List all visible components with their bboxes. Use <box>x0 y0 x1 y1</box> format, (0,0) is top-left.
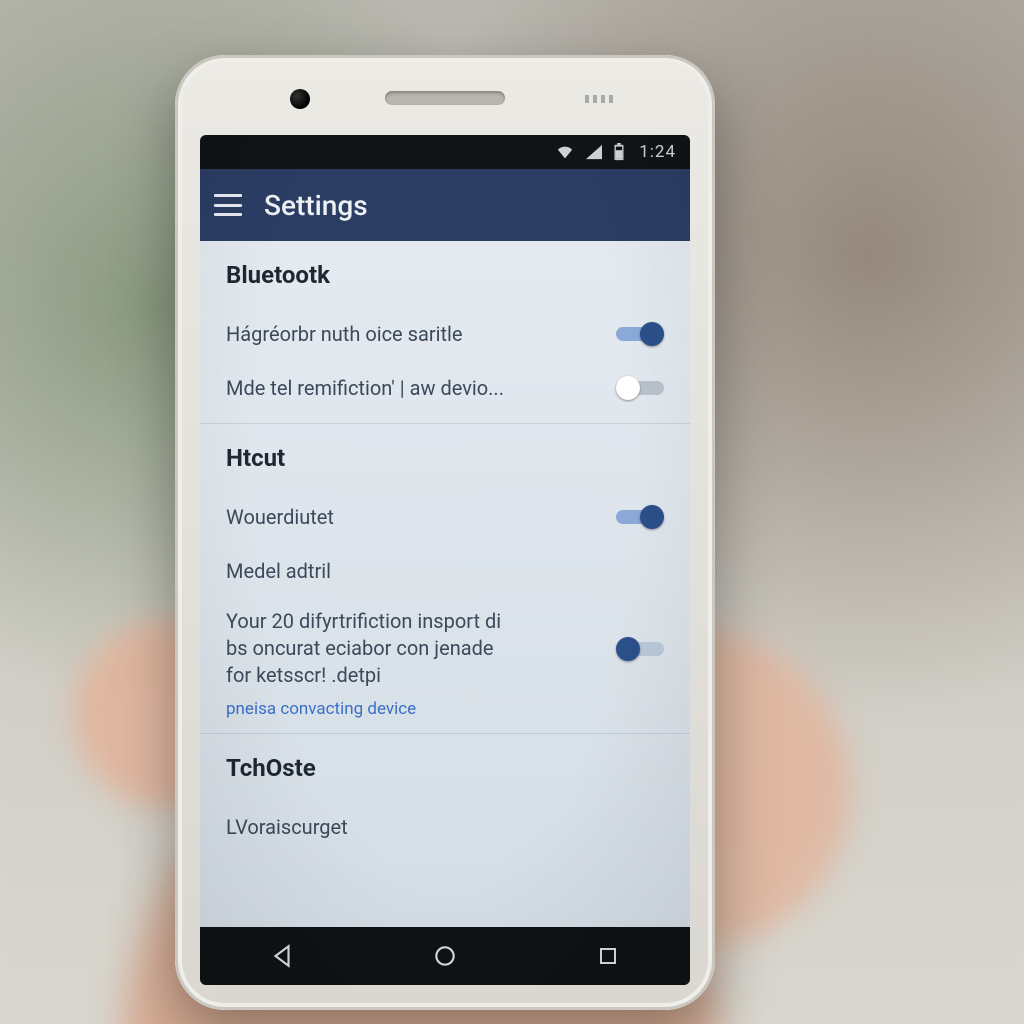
earpiece <box>385 91 505 105</box>
section-bluetooth: Bluetootk Hágréorbr nuth oice saritle Md… <box>200 241 690 424</box>
htcut-row-3[interactable]: Your 20 difyrtrifiction insport di bs on… <box>226 598 664 695</box>
phone-frame: 1:24 Settings Bluetootk Hágréorbr nuth o… <box>175 55 715 1010</box>
screen: 1:24 Settings Bluetootk Hágréorbr nuth o… <box>200 135 690 985</box>
cell-signal-icon <box>585 144 603 160</box>
htcut-link[interactable]: pneisa convacting device <box>226 699 664 719</box>
wifi-icon <box>555 144 575 160</box>
page-title: Settings <box>264 189 368 222</box>
htcut-row-3-toggle[interactable] <box>616 636 664 662</box>
htcut-row-2[interactable]: Medel adtril <box>226 544 664 598</box>
bluetooth-row-2-label: Mde tel remifiction' | aw devio... <box>226 375 504 402</box>
section-htcut: Htcut Wouerdiutet Medel adtril Your 20 d… <box>200 424 690 734</box>
htcut-row-2-label: Medel adtril <box>226 558 331 585</box>
section-header-htcut: Htcut <box>226 444 664 472</box>
nav-recents-button[interactable] <box>578 944 638 968</box>
htcut-row-3-label: Your 20 difyrtrifiction insport di bs on… <box>226 608 506 689</box>
bluetooth-row-1-label: Hágréorbr nuth oice saritle <box>226 321 462 348</box>
menu-icon[interactable] <box>214 194 242 216</box>
section-header-bluetooth: Bluetootk <box>226 261 664 289</box>
status-bar: 1:24 <box>200 135 690 169</box>
htcut-row-1-toggle[interactable] <box>616 504 664 530</box>
status-clock: 1:24 <box>639 142 676 162</box>
bluetooth-row-1-toggle[interactable] <box>616 321 664 347</box>
battery-icon <box>613 143 625 161</box>
app-bar: Settings <box>200 169 690 241</box>
nav-home-button[interactable] <box>415 943 475 969</box>
bluetooth-row-2-toggle[interactable] <box>616 375 664 401</box>
front-camera <box>290 89 310 109</box>
htcut-row-1-label: Wouerdiutet <box>226 504 334 531</box>
section-header-tchoste: TchOste <box>226 754 664 782</box>
htcut-row-1[interactable]: Wouerdiutet <box>226 490 664 544</box>
tchoste-row-1[interactable]: LVoraiscurget <box>226 800 664 854</box>
nav-back-button[interactable] <box>252 943 312 969</box>
proximity-sensors <box>585 95 615 103</box>
android-nav-bar <box>200 927 690 985</box>
bluetooth-row-1[interactable]: Hágréorbr nuth oice saritle <box>226 307 664 361</box>
tchoste-row-1-label: LVoraiscurget <box>226 814 348 841</box>
settings-list[interactable]: Bluetootk Hágréorbr nuth oice saritle Md… <box>200 241 690 927</box>
bluetooth-row-2[interactable]: Mde tel remifiction' | aw devio... <box>226 361 664 415</box>
section-tchoste: TchOste LVoraiscurget <box>200 734 690 862</box>
